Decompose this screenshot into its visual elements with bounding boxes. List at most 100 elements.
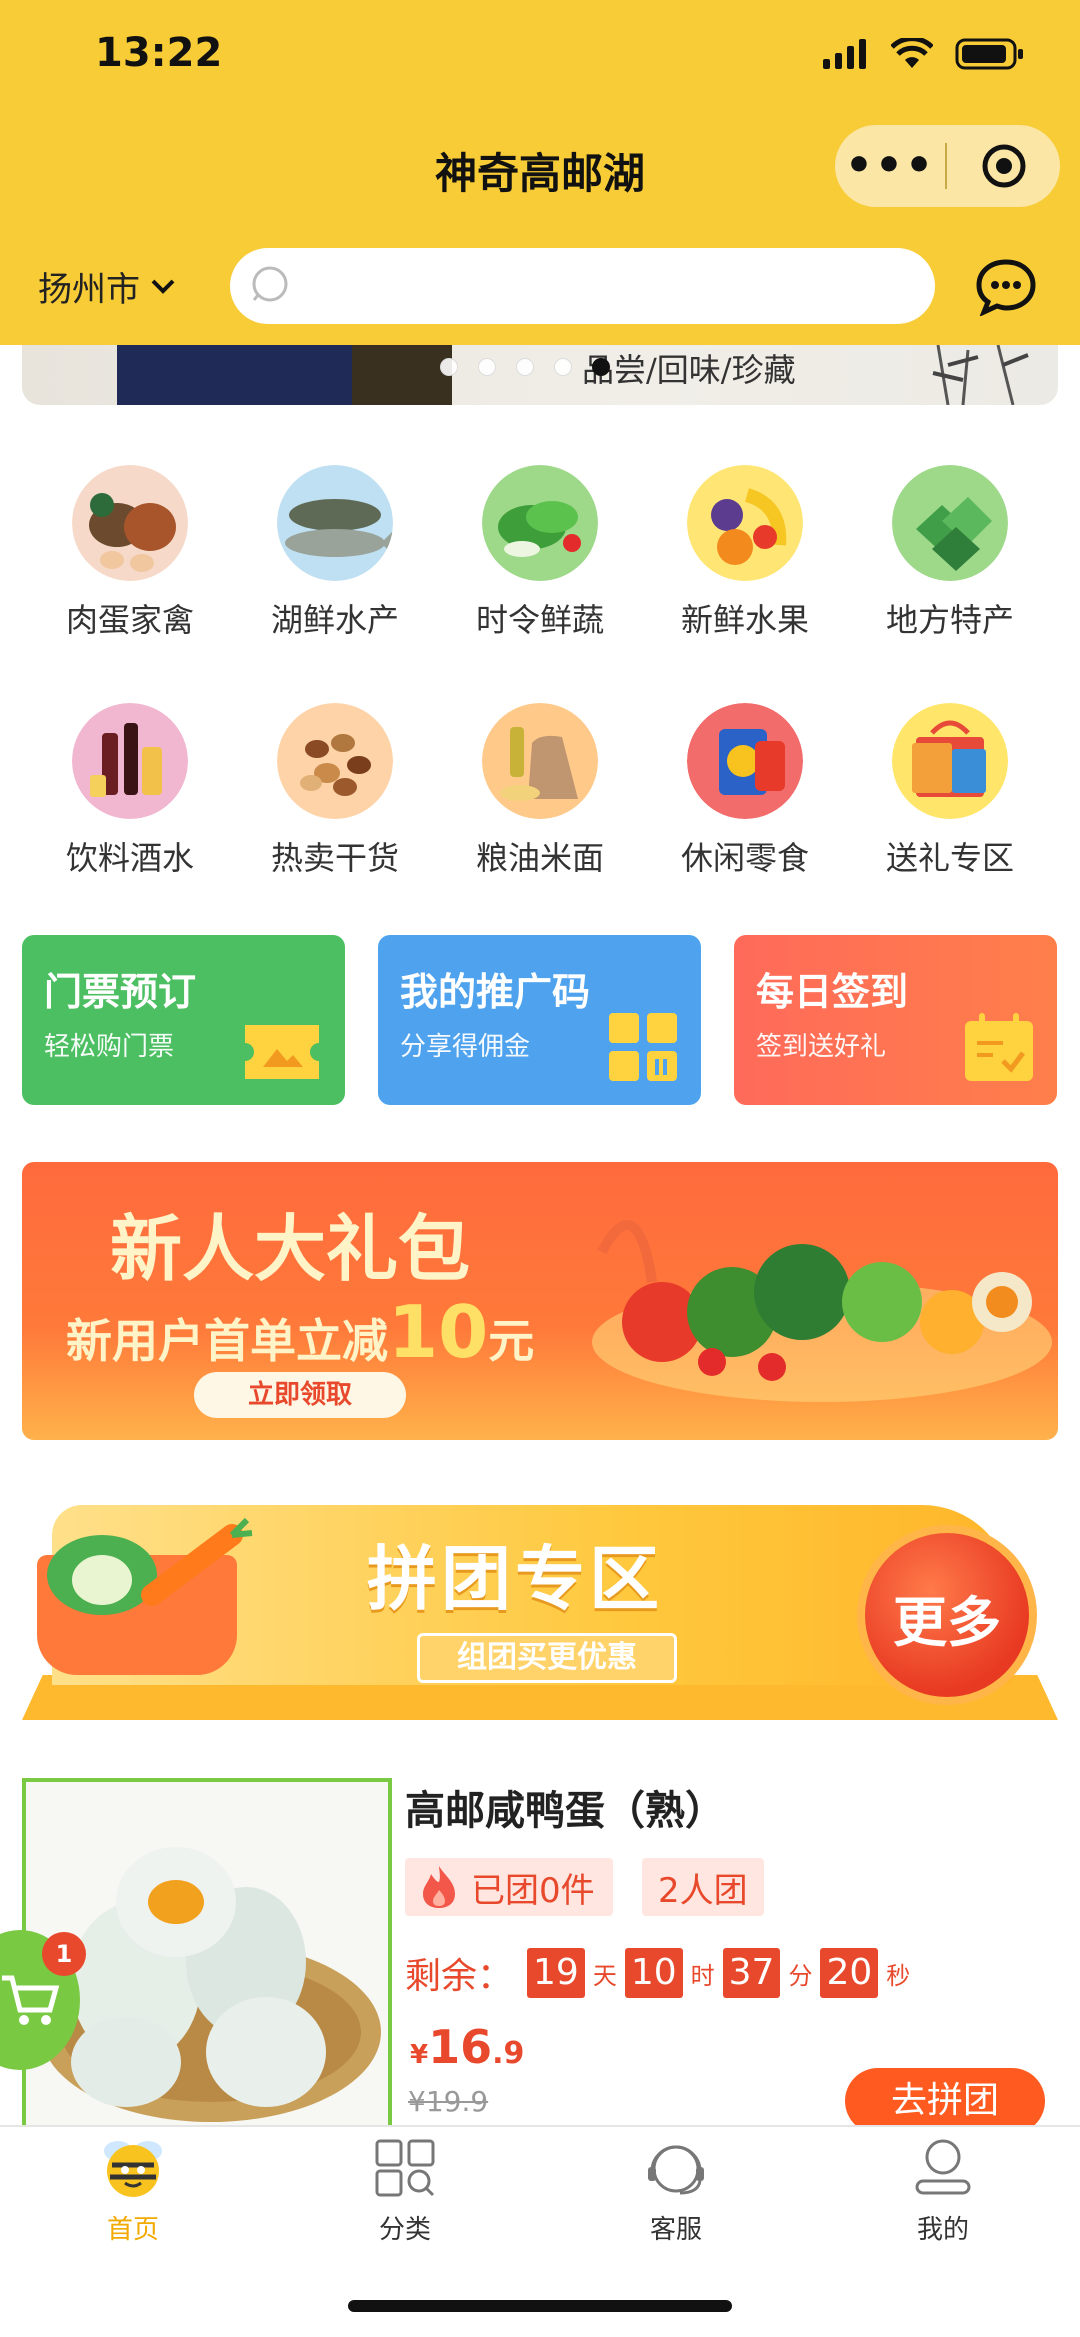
tab-category[interactable]: 分类 [305, 2137, 505, 2246]
qr-code-icon [609, 1013, 677, 1081]
chat-bubble-icon [976, 259, 1036, 317]
fire-icon [423, 1866, 455, 1908]
tab-label: 首页 [106, 2215, 159, 2245]
tab-profile[interactable]: 我的 [843, 2137, 1043, 2246]
banner-dot[interactable] [440, 358, 458, 376]
more-button[interactable]: 更多 [857, 1525, 1037, 1705]
original-price: ¥19.9 [408, 2085, 489, 2118]
group-buy-title: 拼团专区 [367, 1538, 663, 1620]
more-menu-button[interactable]: ••• [835, 125, 945, 207]
category-label: 饮料酒水 [65, 839, 194, 877]
countdown-hours: 10 [624, 1948, 683, 1998]
group-size-tag: 2人团 [642, 1858, 764, 1916]
nuts-icon [277, 703, 393, 819]
category-label: 时令鲜蔬 [475, 601, 604, 639]
group-buy-banner[interactable]: 拼团专区 组团买更优惠 更多 [22, 1495, 1058, 1730]
banner-dot-active[interactable] [592, 358, 610, 376]
tab-customer-service[interactable]: 客服 [576, 2137, 776, 2246]
message-button[interactable] [975, 258, 1037, 320]
category-item[interactable]: 肉蛋家禽 [30, 465, 230, 641]
remaining-label: 剩余： [405, 1956, 514, 1997]
currency-symbol: ¥ [410, 2040, 429, 2070]
category-label: 新鲜水果 [680, 601, 809, 639]
grain-icon [482, 703, 598, 819]
joined-count-label: 已团0件 [471, 1870, 595, 1911]
fruit-icon [687, 465, 803, 581]
banner-product-image-2 [352, 345, 452, 405]
drinks-icon [72, 703, 188, 819]
wifi-icon [891, 38, 933, 68]
joined-count-tag: 已团0件 [405, 1858, 613, 1916]
promo-line-prefix: 新用户首单立减 [66, 1314, 388, 1368]
category-item[interactable]: 新鲜水果 [645, 465, 845, 641]
fresh-produce-illustration-icon [592, 1220, 1052, 1402]
new-user-gift-banner[interactable]: 新人大礼包 新用户首单立减10元 立即领取 [22, 1162, 1058, 1440]
mini-program-capsule: ••• [835, 125, 1060, 207]
minutes-unit: 分 [788, 1961, 813, 1990]
category-item[interactable]: 时令鲜蔬 [440, 465, 640, 641]
cart-count-badge: 1 [42, 1932, 86, 1976]
calendar-check-icon [965, 1013, 1033, 1081]
promo-unit: 元 [488, 1314, 535, 1368]
product-name[interactable]: 高邮咸鸭蛋（熟） [405, 1778, 725, 1836]
days-unit: 天 [592, 1961, 617, 1990]
hours-unit: 时 [690, 1961, 715, 1990]
poultry-icon [72, 465, 188, 581]
ticket-booking-card[interactable]: 门票预订 轻松购门票 [22, 935, 345, 1105]
category-item[interactable]: 送礼专区 [850, 703, 1050, 879]
banner-dot[interactable] [516, 358, 534, 376]
cart-icon [2, 1975, 60, 2025]
close-mini-program-button[interactable] [947, 142, 1060, 190]
category-item[interactable]: 休闲零食 [645, 703, 845, 879]
countdown-days: 19 [527, 1948, 585, 1998]
home-indicator [348, 2300, 732, 2312]
countdown-minutes: 37 [722, 1948, 781, 1998]
daily-checkin-card[interactable]: 每日签到 签到送好礼 [734, 935, 1057, 1105]
tab-home[interactable]: 首页 [33, 2137, 233, 2246]
tab-label: 客服 [649, 2215, 702, 2245]
cabbage-carrot-icon [47, 1517, 253, 1615]
promo-code-card[interactable]: 我的推广码 分享得佣金 [378, 935, 701, 1105]
battery-icon [955, 38, 1023, 70]
snack-icon [687, 703, 803, 819]
bee-icon [104, 2141, 162, 2197]
gift-icon [892, 703, 1008, 819]
search-icon [252, 266, 288, 302]
category-label: 热卖干货 [270, 839, 399, 877]
claim-now-button[interactable]: 立即领取 [194, 1372, 406, 1418]
card-title: 每日签到 [756, 970, 909, 1014]
headset-icon [648, 2145, 704, 2195]
banner-dot[interactable] [478, 358, 496, 376]
status-time: 13:22 [95, 30, 223, 76]
category-label: 休闲零食 [680, 839, 809, 877]
signal-icon [823, 39, 866, 69]
vegetable-icon [482, 465, 598, 581]
system-status-icons [823, 38, 1025, 70]
ticket-icon [245, 1025, 319, 1079]
category-label: 粮油米面 [475, 839, 604, 877]
category-item[interactable]: 饮料酒水 [30, 703, 230, 879]
chevron-down-icon [151, 279, 175, 294]
target-icon [982, 144, 1025, 188]
category-item[interactable]: 粮油米面 [440, 703, 640, 879]
banner-dot[interactable] [554, 358, 572, 376]
group-buy-subtitle: 组团买更优惠 [417, 1633, 677, 1683]
city-label: 扬州市 [38, 270, 140, 310]
category-label: 送礼专区 [885, 839, 1014, 877]
bamboo-decoration-icon [932, 345, 1029, 405]
category-item[interactable]: 热卖干货 [235, 703, 435, 879]
countdown-timer: 剩余： 19 天 10 时 37 分 20 秒 [405, 1947, 910, 1999]
group-price: ¥16.9 [410, 2020, 524, 2074]
user-icon [915, 2139, 971, 2195]
category-item[interactable]: 湖鲜水产 [235, 465, 435, 641]
fish-icon [277, 465, 393, 581]
countdown-seconds: 20 [820, 1948, 879, 1998]
card-title: 我的推广码 [400, 970, 591, 1014]
search-input[interactable] [230, 248, 935, 324]
seconds-unit: 秒 [886, 1961, 911, 1990]
specialty-icon [892, 465, 1008, 581]
price-integer: 16 [428, 2020, 493, 2074]
promo-title: 新人大礼包 [110, 1207, 471, 1291]
city-selector[interactable]: 扬州市 [38, 262, 176, 311]
category-item[interactable]: 地方特产 [850, 465, 1050, 641]
